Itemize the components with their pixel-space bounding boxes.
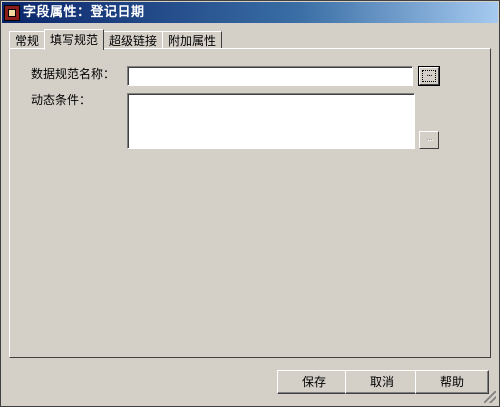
help-button[interactable]: 帮助 [415, 370, 489, 394]
tab-fill-spec[interactable]: 填写规范 [44, 29, 105, 50]
spec-name-label: 数据规范名称： [31, 67, 116, 81]
resize-grip[interactable] [484, 391, 496, 403]
dynamic-condition-field-box [127, 93, 415, 149]
tab-extra-attributes[interactable]: 附加属性 [162, 31, 223, 49]
title-bar[interactable]: 字段属性：登记日期 [2, 2, 498, 23]
cancel-button[interactable]: 取消 [345, 370, 419, 394]
spec-name-input[interactable] [128, 67, 412, 85]
window-title: 字段属性：登记日期 [23, 5, 145, 20]
spec-name-field-box [127, 66, 413, 86]
app-icon [4, 4, 20, 21]
dynamic-condition-input[interactable] [128, 94, 414, 148]
tab-general[interactable]: 常规 [9, 31, 46, 49]
spec-name-browse-button[interactable]: ... [418, 66, 440, 86]
tab-hyperlink[interactable]: 超级链接 [103, 31, 164, 49]
save-button[interactable]: 保存 [277, 370, 351, 394]
tab-strip: 常规 填写规范 超级链接 附加属性 [9, 29, 223, 50]
tab-panel-fill-spec: 数据规范名称： ... 动态条件： ... [9, 48, 491, 358]
dialog-window: 字段属性：登记日期 常规 填写规范 超级链接 附加属性 数据规范名称： ... … [0, 0, 500, 407]
dynamic-condition-label: 动态条件： [31, 93, 92, 107]
dynamic-condition-browse-button[interactable]: ... [419, 131, 439, 149]
